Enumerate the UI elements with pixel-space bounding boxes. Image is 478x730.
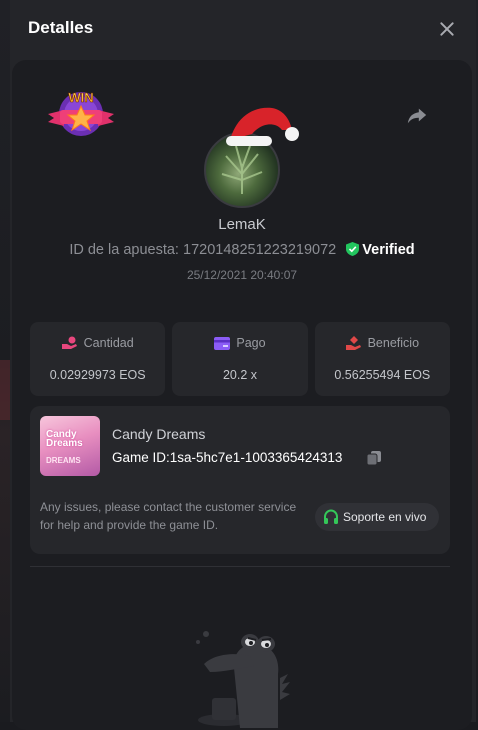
username: LemaK: [218, 216, 266, 233]
game-thumbnail[interactable]: Candy Dreams DREAMS: [40, 416, 100, 476]
win-badge-icon: WIN: [48, 90, 114, 136]
coin-hand-icon: [61, 336, 77, 349]
backdrop-stripe: [0, 360, 10, 420]
stat-payout-header: Pago: [172, 336, 307, 350]
bet-datetime: 25/12/2021 20:40:07: [186, 268, 298, 282]
stat-amount: Cantidad 0.02929973 EOS: [30, 322, 166, 396]
bet-details-card: WIN LemaK ID de la apuesta: 172014825122…: [12, 60, 472, 730]
stat-amount-label: Cantidad: [83, 336, 134, 350]
share-icon[interactable]: [406, 104, 428, 126]
verified-label: Verified: [362, 242, 415, 258]
stat-profit-header: Beneficio: [315, 336, 450, 350]
stat-amount-value: 0.02929973 EOS: [49, 368, 146, 382]
close-icon[interactable]: [436, 18, 458, 40]
game-id: Game ID:1sa-5hc7e1-1003365424313: [112, 450, 342, 465]
game-id-value: 1sa-5hc7e1-1003365424313: [169, 450, 343, 465]
stat-payout: Pago 20.2 x: [172, 322, 308, 396]
stat-amount-header: Cantidad: [30, 336, 165, 350]
wallet-card-icon: [214, 337, 231, 350]
stat-payout-value: 20.2 x: [222, 368, 258, 382]
stat-profit-label: Beneficio: [367, 336, 420, 350]
stat-payout-label: Pago: [236, 336, 266, 350]
profit-hand-icon: [345, 336, 361, 350]
copy-icon[interactable]: [366, 450, 382, 466]
live-support-label: Soporte en vivo: [343, 510, 427, 524]
stat-profit: Beneficio 0.56255494 EOS: [314, 322, 450, 396]
crocodile-mascot-icon: [196, 631, 290, 728]
santa-hat-icon: [226, 107, 299, 146]
details-modal: Detalles WIN LemaK ID de la apuesta: 172…: [10, 0, 476, 730]
modal-title: Detalles: [28, 18, 94, 37]
game-info-card: Candy Dreams DREAMS Candy Dreams Game ID…: [30, 406, 450, 554]
win-badge-text: WIN: [68, 90, 93, 105]
section-divider: [30, 566, 450, 567]
game-name: Candy Dreams: [112, 426, 206, 442]
bet-id-value: 1720148251223219072: [183, 242, 337, 258]
game-id-label: Game ID:: [112, 450, 170, 465]
game-thumbnail-subtitle: DREAMS: [46, 456, 81, 465]
verified-shield-icon: [346, 242, 360, 256]
headset-icon: [324, 509, 338, 524]
bet-id-label: ID de la apuesta:: [69, 242, 179, 258]
bet-id-row: ID de la apuesta: 1720148251223219072 Ve…: [12, 242, 472, 258]
live-support-button[interactable]: Soporte en vivo: [315, 503, 439, 531]
bet-stats: Cantidad 0.02929973 EOS Pago 20.2 x Bene…: [30, 322, 450, 396]
support-notice: Any issues, please contact the customer …: [40, 500, 297, 532]
user-avatar-group: [204, 107, 299, 208]
stat-profit-value: 0.56255494 EOS: [334, 368, 431, 382]
game-thumbnail-title: Candy Dreams: [46, 429, 83, 449]
